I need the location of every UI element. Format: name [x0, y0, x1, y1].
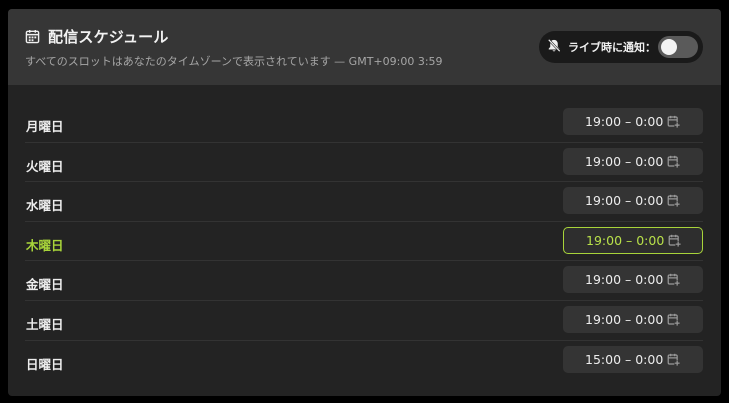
- day-label: 木曜日: [26, 237, 64, 253]
- schedule-row: 水曜日 19:00 – 0:00: [25, 182, 703, 222]
- page-title: 配信スケジュール: [48, 28, 169, 46]
- day-label: 水曜日: [26, 198, 64, 214]
- schedule-row: 火曜日 19:00 – 0:00: [25, 143, 703, 183]
- time-slot-button[interactable]: 15:00 – 0:00: [563, 345, 703, 373]
- calendar-add-icon: [662, 234, 681, 247]
- calendar-add-icon: [661, 115, 680, 128]
- day-label: 金曜日: [26, 277, 64, 293]
- schedule-row: 月曜日 19:00 – 0:00: [25, 103, 703, 143]
- calendar-add-icon: [661, 353, 680, 366]
- time-slot-button[interactable]: 19:00 – 0:00: [563, 305, 703, 333]
- day-label: 火曜日: [26, 158, 64, 174]
- schedule-row: 金曜日 19:00 – 0:00: [25, 261, 703, 301]
- slot-time: 19:00 – 0:00: [585, 153, 664, 169]
- bell-off-icon: [547, 38, 561, 57]
- schedule-row: 日曜日 15:00 – 0:00: [25, 341, 703, 381]
- toggle-knob: [661, 39, 677, 55]
- notify-toggle[interactable]: [658, 36, 698, 58]
- notify-label: ライブ時に通知：: [568, 41, 656, 54]
- calendar-add-icon: [661, 194, 680, 208]
- slot-time: 19:00 – 0:00: [585, 193, 664, 209]
- slot-time: 19:00 – 0:00: [585, 311, 664, 327]
- schedule-header: 配信スケジュール すべてのスロットはあなたのタイムゾーンで表示されています — …: [8, 9, 721, 85]
- calendar-add-icon: [661, 155, 680, 168]
- slot-time: 19:00 – 0:00: [586, 232, 665, 248]
- time-slot-button[interactable]: 19:00 – 0:00: [563, 147, 703, 175]
- time-slot-button[interactable]: 19:00 – 0:00: [563, 226, 703, 254]
- day-label: 土曜日: [26, 316, 64, 332]
- slot-time: 19:00 – 0:00: [585, 114, 664, 129]
- calendar-add-icon: [661, 273, 680, 287]
- calendar-add-icon: [661, 313, 680, 326]
- schedule-list: 月曜日 19:00 – 0:00 火曜日 19:00 – 0:00 水曜日 19…: [25, 103, 703, 380]
- schedule-row: 木曜日 19:00 – 0:00: [25, 222, 703, 262]
- title-row: 配信スケジュール: [25, 26, 169, 47]
- time-slot-button[interactable]: 19:00 – 0:00: [563, 187, 703, 215]
- schedule-row: 土曜日 19:00 – 0:00: [25, 301, 703, 341]
- time-slot-button[interactable]: 19:00 – 0:00: [563, 266, 703, 294]
- time-slot-button[interactable]: 19:00 – 0:00: [563, 108, 703, 135]
- timezone-note: すべてのスロットはあなたのタイムゾーンで表示されています — GMT+09:00…: [25, 55, 443, 68]
- day-label: 日曜日: [26, 356, 64, 372]
- calendar-icon: [25, 29, 40, 44]
- slot-time: 15:00 – 0:00: [585, 351, 664, 367]
- slot-time: 19:00 – 0:00: [585, 272, 664, 288]
- day-label: 月曜日: [26, 119, 64, 134]
- schedule-panel: 配信スケジュール すべてのスロットはあなたのタイムゾーンで表示されています — …: [8, 9, 721, 396]
- live-notify-control[interactable]: ライブ時に通知：: [539, 31, 703, 63]
